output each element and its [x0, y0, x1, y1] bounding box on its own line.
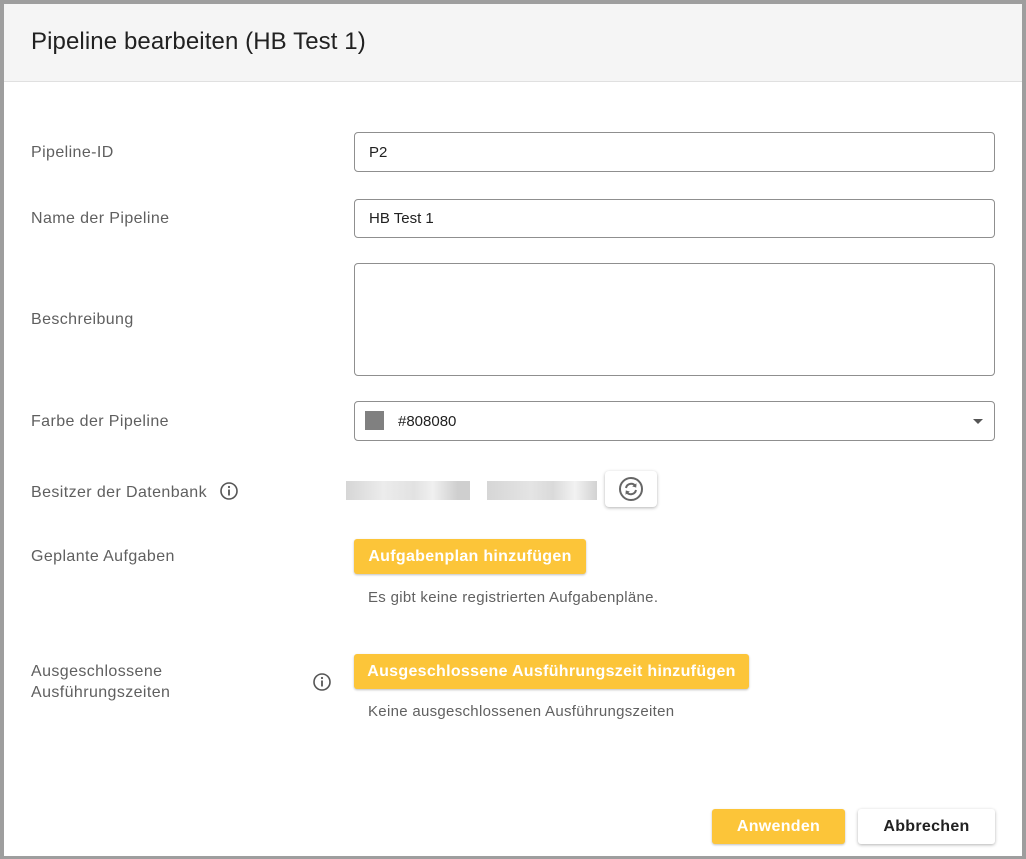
excluded-times-label-line2: Ausführungszeiten [31, 684, 171, 701]
color-value: #808080 [398, 413, 457, 430]
refresh-icon [619, 477, 643, 501]
add-excluded-time-button[interactable]: Ausgeschlossene Ausführungszeit hinzufüg… [354, 654, 749, 689]
owner-masked-email [487, 481, 597, 500]
pipeline-id-input[interactable]: P2 [354, 132, 995, 172]
cancel-button[interactable]: Abbrechen [858, 809, 995, 844]
owner-label: Besitzer der Datenbank [31, 484, 208, 501]
pipeline-name-value: HB Test 1 [369, 210, 434, 227]
pipeline-id-label: Pipeline-ID [31, 144, 114, 161]
color-swatch [365, 411, 384, 430]
excluded-times-label-line1: Ausgeschlossene [31, 663, 163, 680]
info-icon[interactable] [312, 672, 332, 692]
apply-button[interactable]: Anwenden [712, 809, 845, 844]
pipeline-name-input[interactable]: HB Test 1 [354, 199, 995, 238]
description-textarea[interactable] [354, 263, 995, 376]
pipeline-id-value: P2 [369, 144, 388, 161]
dialog-header: Pipeline bearbeiten (HB Test 1) [4, 4, 1022, 82]
no-schedules-text: Es gibt keine registrierten Aufgabenplän… [368, 589, 659, 606]
info-icon[interactable] [219, 481, 239, 501]
color-label: Farbe der Pipeline [31, 413, 169, 430]
description-label: Beschreibung [31, 311, 134, 328]
edit-pipeline-dialog: Pipeline bearbeiten (HB Test 1) Pipeline… [0, 0, 1026, 859]
add-schedule-button[interactable]: Aufgabenplan hinzufügen [354, 539, 586, 574]
scheduled-tasks-label: Geplante Aufgaben [31, 548, 175, 565]
pipeline-name-label: Name der Pipeline [31, 210, 170, 227]
chevron-down-icon [973, 419, 983, 424]
refresh-owner-button[interactable] [605, 471, 657, 507]
color-select[interactable]: #808080 [354, 401, 995, 441]
no-excluded-times-text: Keine ausgeschlossenen Ausführungszeiten [368, 703, 675, 720]
dialog-title: Pipeline bearbeiten (HB Test 1) [31, 28, 366, 55]
owner-masked-name [346, 481, 470, 500]
